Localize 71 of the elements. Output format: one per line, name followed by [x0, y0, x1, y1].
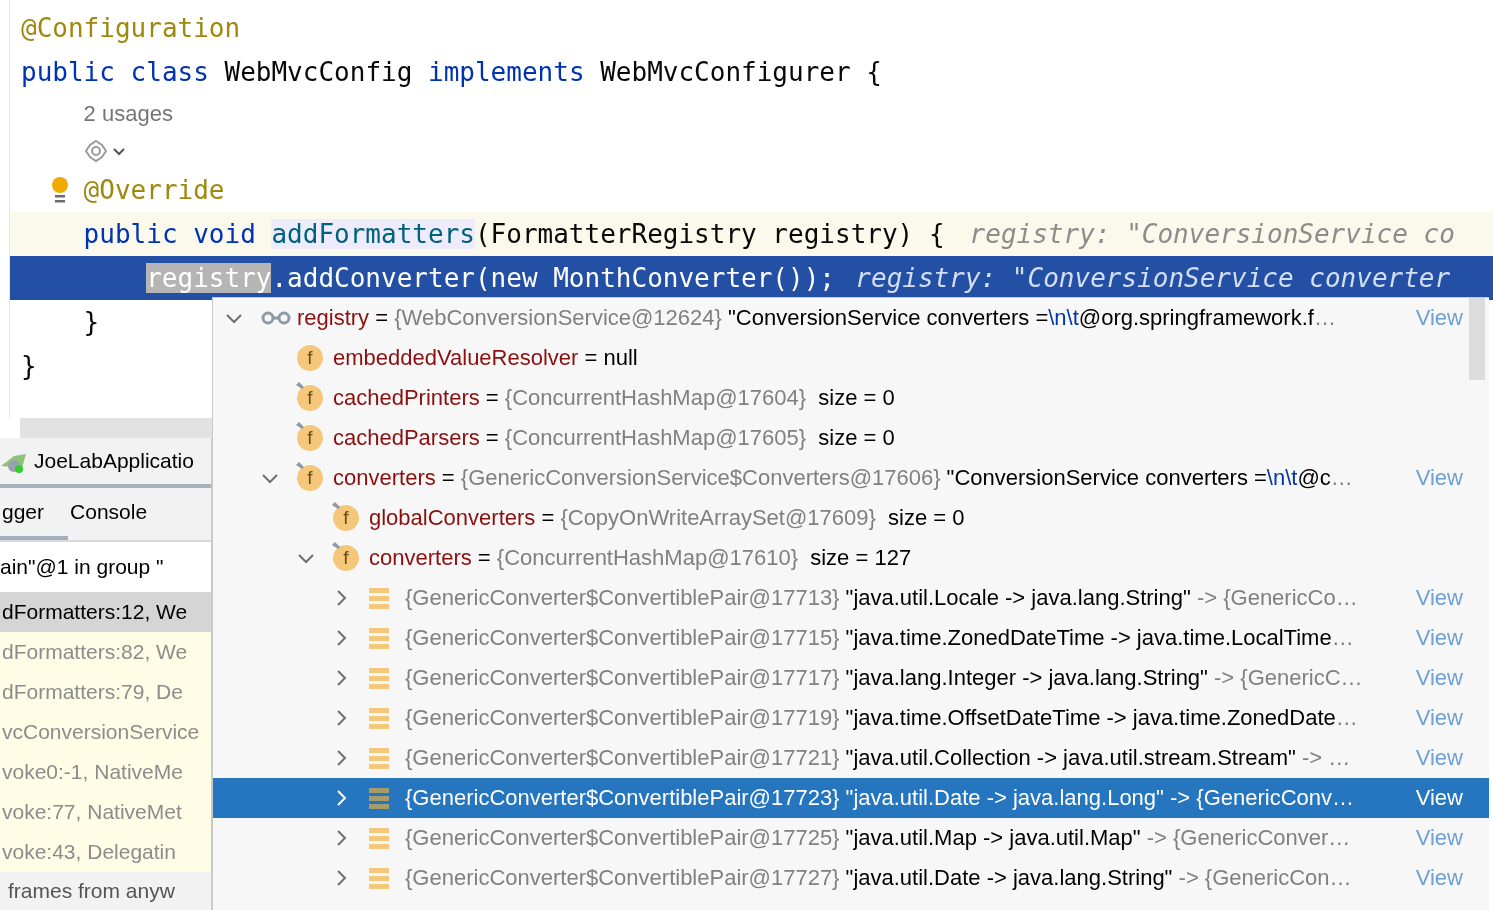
tree-row[interactable]: f converters = {GenericConversionService$Converters@17606} "ConversionService converters =\n\t@c… View: [213, 458, 1489, 498]
tree-row[interactable]: {GenericConverter$ConvertiblePair@17725} "java.util.Map -> java.util.Map" -> {GenericConver… View: [213, 818, 1489, 858]
field-icon: f: [333, 545, 359, 571]
variable-reference: registry: [146, 263, 272, 293]
list-icon: [369, 587, 389, 609]
list-icon: [369, 787, 389, 809]
variable-value: {GenericConverter$ConvertiblePair@17723} "java.util.Date -> java.lang.Long" -> {GenericConv…: [405, 785, 1355, 811]
tree-row[interactable]: {GenericConverter$ConvertiblePair@17719} "java.time.OffsetDateTime -> java.time.ZonedDate… View: [213, 698, 1489, 738]
variable-value: cachedPrinters = {ConcurrentHashMap@17604} size = 0: [333, 385, 895, 411]
tree-row[interactable]: {GenericConverter$ConvertiblePair@17723} "java.util.Date -> java.lang.Long" -> {GenericConv… View: [213, 778, 1489, 818]
lightbulb-icon[interactable]: [49, 176, 71, 204]
field-icon: f: [297, 425, 323, 451]
code-text: .addConverter(new MonthConverter());: [271, 263, 835, 293]
variable-value: {GenericConverter$ConvertiblePair@17715} "java.time.ZonedDateTime -> java.time.LocalTime…: [405, 625, 1354, 651]
tree-row[interactable]: f cachedPrinters = {ConcurrentHashMap@17604} size = 0: [213, 378, 1489, 418]
variable-value: converters = {ConcurrentHashMap@17610} size = 127: [369, 545, 912, 571]
tree-row[interactable]: f globalConverters = {CopyOnWriteArraySet@17609} size = 0: [213, 498, 1489, 538]
field-icon: f: [333, 505, 359, 531]
inline-value-hint: registry: "ConversionService co: [969, 219, 1455, 249]
list-icon: [369, 667, 389, 689]
keyword-text: public class: [21, 57, 210, 87]
variable-value: converters = {GenericConversionService$Converters@17606} "ConversionService converters =\n\t@c…: [333, 465, 1353, 491]
thread-selector[interactable]: ain"@1 in group ": [0, 542, 211, 592]
view-link[interactable]: View: [1409, 785, 1463, 811]
code-text: WebMvcConfigurer {: [600, 57, 882, 87]
stack-frame[interactable]: dFormatters:12, We: [0, 592, 211, 632]
field-icon: f: [297, 345, 323, 371]
scrollbar-thumb[interactable]: [1469, 298, 1485, 380]
tree-row[interactable]: f cachedParsers = {ConcurrentHashMap@17605} size = 0: [213, 418, 1489, 458]
tree-row[interactable]: {GenericConverter$ConvertiblePair@17715} "java.time.ZonedDateTime -> java.time.LocalTime… View: [213, 618, 1489, 658]
variable-value: globalConverters = {CopyOnWriteArraySet@17609} size = 0: [369, 505, 965, 531]
list-icon: [369, 867, 389, 889]
variable-value: {GenericConverter$ConvertiblePair@17717} "java.lang.Integer -> java.lang.String" -> {GenericC…: [405, 665, 1363, 691]
usages-link[interactable]: 2 usages: [83, 101, 173, 127]
list-icon: [369, 747, 389, 769]
annotation-text: @Override: [83, 175, 225, 205]
code-text: WebMvcConfig: [224, 57, 414, 87]
field-icon: f: [297, 465, 323, 491]
keyword-text: implements: [428, 57, 586, 87]
inline-value-hint: registry: "ConversionService converter: [855, 263, 1451, 293]
variable-value: {GenericConverter$ConvertiblePair@17725} "java.util.Map -> java.util.Map" -> {GenericConver…: [405, 825, 1351, 851]
glasses-icon: [261, 310, 291, 326]
tree-row[interactable]: registry = {WebConversionService@12624} "ConversionService converters =\n\t@org.springframework.f… View: [213, 298, 1489, 338]
variable-value: embeddedValueResolver = null: [333, 345, 638, 371]
variable-value: {GenericConverter$ConvertiblePair@17713} "java.util.Locale -> java.lang.String" -> {GenericCo…: [405, 585, 1358, 611]
list-icon: [369, 827, 389, 849]
annotation-text: @Configuration: [21, 13, 241, 43]
tree-row[interactable]: {GenericConverter$ConvertiblePair@17717} "java.lang.Integer -> java.lang.String" -> {GenericC… View: [213, 658, 1489, 698]
tree-row[interactable]: f converters = {ConcurrentHashMap@17610} size = 127: [213, 538, 1489, 578]
code-text: }: [21, 351, 37, 381]
tree-row[interactable]: {GenericConverter$ConvertiblePair@17713} "java.util.Locale -> java.lang.String" -> {GenericCo… View: [213, 578, 1489, 618]
code-text: (FormatterRegistry registry) {: [474, 219, 945, 249]
variable-value: {GenericConverter$ConvertiblePair@17721} "java.util.Collection -> java.util.stream.Stream" -> …: [405, 745, 1351, 771]
method-name: addFormatters: [271, 219, 475, 249]
variable-value: {GenericConverter$ConvertiblePair@17719} "java.time.OffsetDateTime -> java.time.ZonedDate…: [405, 705, 1358, 731]
variable-value: {GenericConverter$ConvertiblePair@17727} "java.util.Date -> java.lang.String" -> {GenericCon…: [405, 865, 1352, 891]
variable-value: registry = {WebConversionService@12624} "ConversionService converters =\n\t@org.springframework.f…: [297, 305, 1336, 331]
chevron-down-icon[interactable]: [111, 146, 126, 156]
run-config-tab[interactable]: JoeLabApplicatio: [34, 449, 194, 473]
variable-value: cachedParsers = {ConcurrentHashMap@17605} size = 0: [333, 425, 895, 451]
scrollbar-thumb[interactable]: [20, 418, 212, 438]
status-hint: frames from anyw: [7, 878, 176, 904]
tree-row[interactable]: f embeddedValueResolver = null: [213, 338, 1489, 378]
tree-row[interactable]: {GenericConverter$ConvertiblePair@17721} "java.util.Collection -> java.util.stream.Stream" -> … View: [213, 738, 1489, 778]
tree-row[interactable]: {GenericConverter$ConvertiblePair@17727} "java.util.Date -> java.lang.String" -> {GenericCon… View: [213, 858, 1489, 898]
keyword-text: public void: [83, 219, 257, 249]
tab[interactable]: Console: [68, 488, 172, 540]
field-icon: f: [297, 385, 323, 411]
code-text: }: [83, 307, 100, 337]
list-icon: [369, 707, 389, 729]
list-icon: [369, 627, 389, 649]
